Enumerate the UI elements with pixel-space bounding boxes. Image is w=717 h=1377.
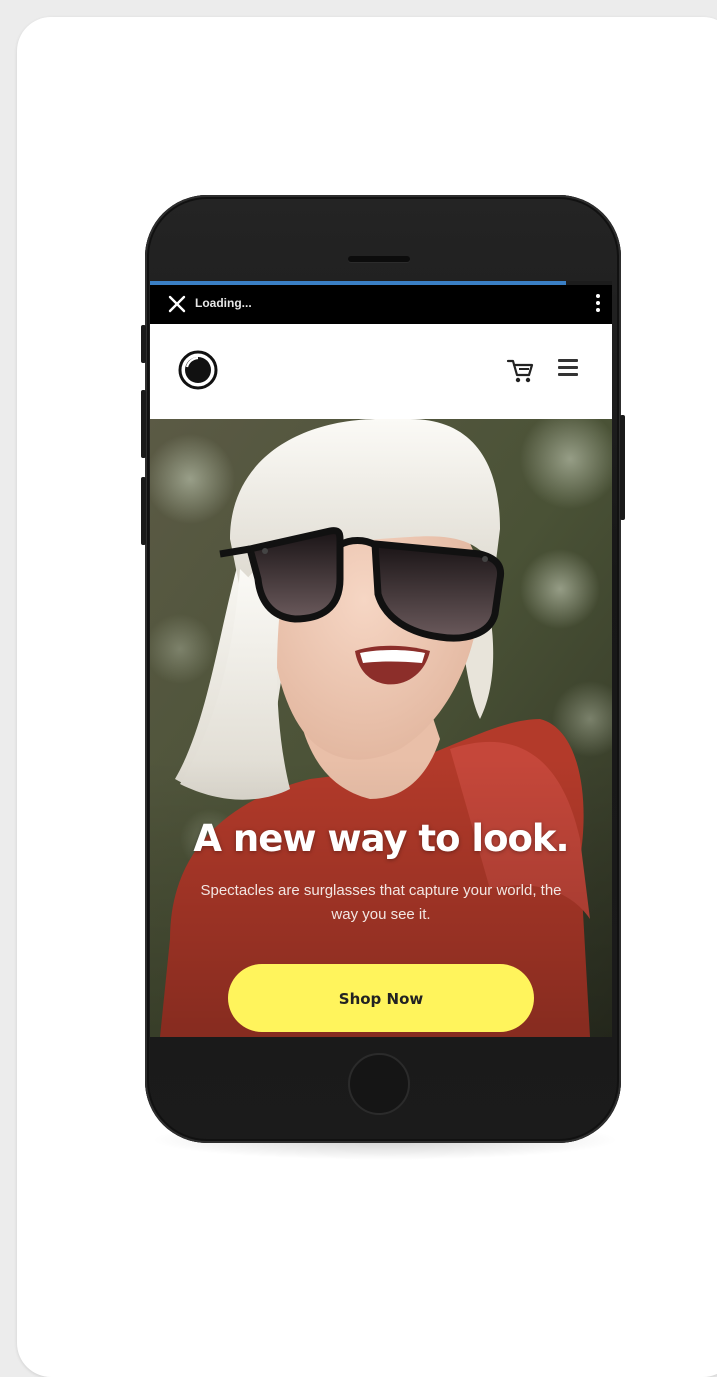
hero-banner: A new way to look. Spectacles are surgla… — [150, 419, 612, 1037]
spectacles-logo-icon[interactable] — [178, 350, 218, 390]
browser-top-bar: Loading... — [150, 285, 612, 324]
hero-subtitle: Spectacles are surglasses that capture y… — [200, 882, 562, 923]
hamburger-menu-icon[interactable] — [558, 359, 578, 377]
loading-status-text: Loading... — [195, 296, 252, 310]
close-icon[interactable] — [166, 293, 188, 315]
cart-icon[interactable] — [505, 355, 535, 385]
phone-volume-up-button — [141, 390, 146, 458]
hero-title: A new way to look. — [193, 817, 569, 860]
phone-power-button — [620, 415, 625, 520]
phone-screen: Loading... A new way to look. Spectacles… — [150, 281, 612, 1037]
hero-photo — [150, 419, 612, 1037]
site-header — [150, 324, 612, 419]
phone-volume-down-button — [141, 477, 146, 545]
phone-home-button — [348, 1053, 410, 1115]
phone-mute-switch — [141, 325, 146, 363]
phone-mockup: Loading... A new way to look. Spectacles… — [141, 195, 625, 1143]
phone-speaker — [348, 256, 410, 262]
shop-now-button[interactable]: Shop Now — [228, 964, 534, 1032]
more-options-icon[interactable] — [594, 294, 602, 316]
